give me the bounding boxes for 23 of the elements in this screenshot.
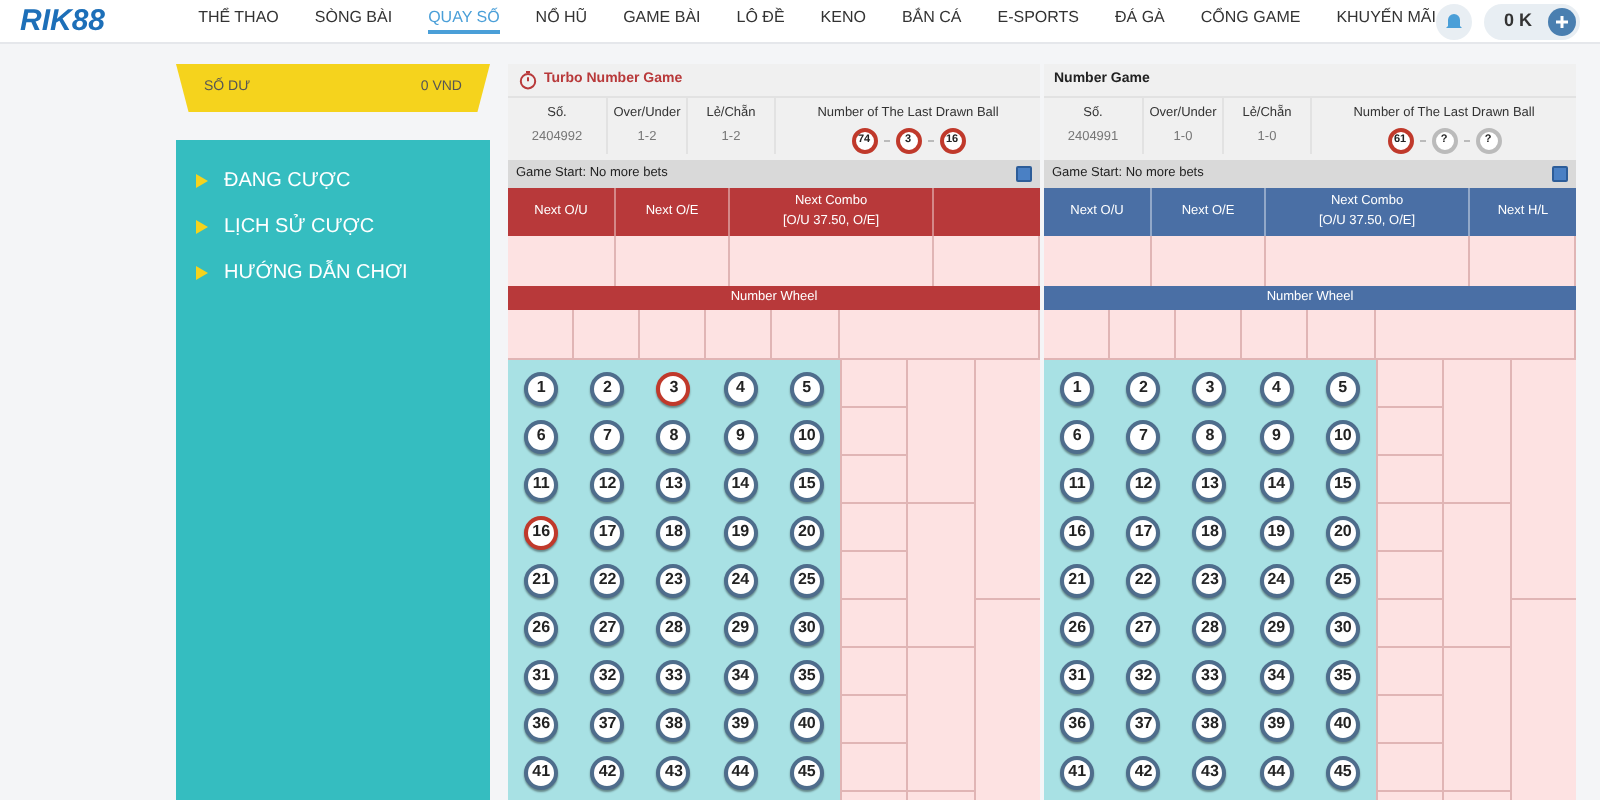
nav-tab[interactable]: KHUYẾN MÃI — [1336, 9, 1436, 33]
triangle-icon — [196, 174, 208, 188]
nav-tab[interactable]: GAME BÀI — [623, 9, 701, 33]
triangle-icon — [196, 220, 208, 234]
logo[interactable]: RIK88 — [20, 6, 199, 36]
panel-icon[interactable] — [1016, 166, 1032, 182]
triangle-icon — [196, 266, 208, 280]
balance-amount: 0 K — [1503, 7, 1532, 34]
panel-icon[interactable] — [1552, 166, 1568, 182]
notification-button[interactable] — [1435, 3, 1472, 39]
nav-tab[interactable]: BẮN CÁ — [901, 9, 962, 33]
plus-icon — [1554, 13, 1570, 29]
nav-tab[interactable]: LÔ ĐỀ — [736, 9, 785, 33]
nav-tab[interactable]: SÒNG BÀI — [314, 9, 393, 33]
stopwatch-icon — [518, 70, 538, 90]
nav-tab[interactable]: KENO — [820, 9, 866, 33]
bell-icon — [1443, 11, 1464, 31]
nav-tab[interactable]: E-SPORTS — [997, 9, 1079, 33]
nav-tab[interactable]: ĐÁ GÀ — [1115, 9, 1165, 33]
nav-tab[interactable]: THỂ THAO — [198, 9, 279, 33]
nav-tab[interactable]: CỔNG GAME — [1200, 9, 1301, 33]
deposit-button[interactable] — [1548, 7, 1576, 35]
nav-tab[interactable]: NỔ HŨ — [535, 9, 588, 33]
